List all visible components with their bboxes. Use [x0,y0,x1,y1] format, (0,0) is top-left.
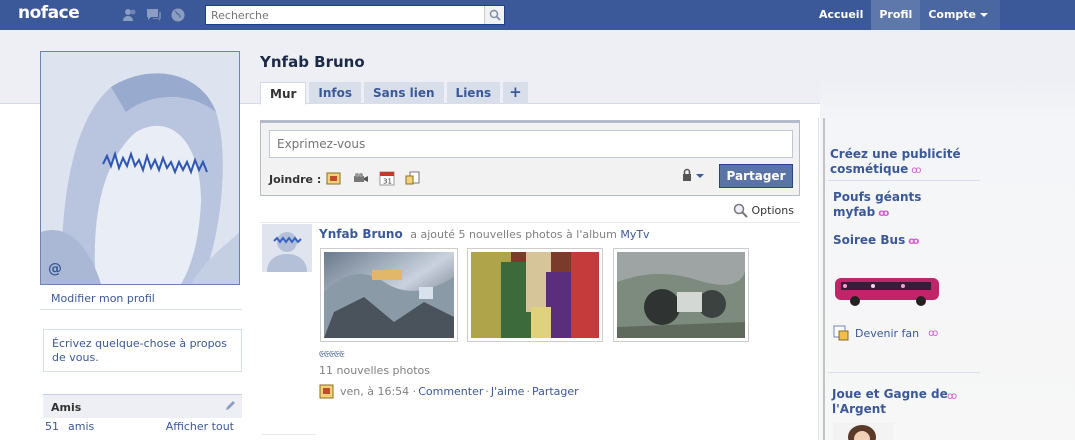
ad-joue-et-gagne[interactable]: Joue et Gagne de l'Argent [832,387,952,417]
chevron-down-icon [980,13,988,17]
messages-icon[interactable] [146,7,162,23]
photo-thumbnail[interactable] [613,248,749,342]
link-attach-icon[interactable] [405,171,421,186]
show-all-friends-link[interactable]: Afficher tout [166,420,234,433]
profile-name: Ynfab Bruno [260,53,365,71]
ad-poufs-geants[interactable]: Poufs géants myfab ꝏ [833,190,933,221]
ad-title: Soiree Bus [833,233,906,247]
friend-requests-icon[interactable] [122,7,138,23]
photo-thumbnail[interactable] [320,248,458,342]
divider [40,309,242,310]
photo-thumbnail[interactable] [467,248,603,342]
tab-mur[interactable]: Mur [260,82,307,105]
site-logo[interactable]: noface [18,3,80,23]
tab-sans-lien[interactable]: Sans lien [364,82,444,104]
top-nav: Accueil Profil Compte [811,0,1000,30]
like-link[interactable]: J'aime [491,385,525,398]
ad-bus-image[interactable] [833,272,943,308]
search-input[interactable] [206,6,484,24]
notifications-globe-icon[interactable] [170,7,186,23]
heart-icon: ꝏ [947,391,958,402]
become-fan-action[interactable]: Devenir fan ꝏ [833,325,938,341]
status-input[interactable] [269,130,793,158]
divider [828,180,980,181]
nav-profil[interactable]: Profil [871,0,921,30]
story-time: ven, à 16:54 [340,385,410,398]
divider [260,222,800,223]
options-label: Options [751,204,794,217]
video-attach-icon[interactable] [353,171,369,186]
divider [262,434,316,435]
profile-tabs: Mur Infos Sans lien Liens + [260,82,528,105]
ad-title: Joue et Gagne de l'Argent [832,387,948,416]
album-link[interactable]: MyTv [620,228,649,241]
ad-title: Poufs géants myfab [833,190,922,219]
comment-link[interactable]: Commenter [418,385,483,398]
magnifier-icon [733,203,748,218]
friends-count: 51 [45,420,59,433]
tab-infos[interactable]: Infos [309,82,362,104]
column-divider [818,118,819,440]
story-headline: Ynfab Bruno a ajouté 5 nouvelles photos … [319,227,650,241]
friends-summary: 51 amis Afficher tout [43,420,242,436]
story-avatar[interactable] [262,224,312,272]
story-share-link[interactable]: Partager [532,385,579,398]
tab-add[interactable]: + [503,82,528,104]
ad-soiree-bus[interactable]: Soiree Bus ꝏ [833,233,919,249]
story-stamp: 𝔈𝔈𝔈𝔈𝔈 [319,350,345,360]
notification-jewels [122,7,186,23]
heart-icon: ꝏ [908,236,920,247]
nav-compte[interactable]: Compte [920,0,1000,30]
photo-app-icon [319,384,334,399]
event-attach-icon[interactable]: 31 [379,171,395,186]
feed-options[interactable]: Options [733,203,794,218]
heart-icon: ꝏ [878,208,890,219]
search-button[interactable] [484,6,504,24]
friends-box-header: Amis [43,394,242,418]
heart-icon: ꝏ [911,165,922,176]
photo-attach-icon[interactable] [326,171,342,186]
create-ad-header[interactable]: Créez une publicité cosmétique ꝏ [830,147,980,177]
about-me-prompt[interactable]: Écrivez quelque-chose à propos de vous. [43,329,242,372]
pencil-icon[interactable] [225,400,236,414]
privacy-lock-icon[interactable] [682,168,708,185]
tab-liens[interactable]: Liens [446,82,501,104]
column-divider [823,118,825,440]
friends-link[interactable]: amis [68,420,94,433]
photo-count: 11 nouvelles photos [319,364,431,377]
edit-profile-link[interactable]: Modifier mon profil [51,292,155,305]
story-author-link[interactable]: Ynfab Bruno [319,227,403,241]
search-icon [489,9,501,21]
photo-badge: @ [48,261,62,277]
attach-label: Joindre : [269,173,322,186]
profile-picture[interactable]: @ [40,51,240,285]
nav-accueil[interactable]: Accueil [811,0,871,30]
fan-icon [833,325,849,341]
create-ad-title: Créez une publicité cosmétique [830,147,961,176]
friends-title: Amis [51,401,82,414]
ad-woman-image[interactable] [833,423,893,440]
search-box [205,5,505,25]
story-action: a ajouté 5 nouvelles photos à l'album [410,228,617,241]
share-button[interactable]: Partager [719,164,793,188]
become-fan-label: Devenir fan [855,326,920,340]
story-actions: ven, à 16:54 · Commenter · J'aime · Part… [319,384,581,399]
svg-text:31: 31 [383,178,392,186]
nav-compte-label: Compte [928,8,976,21]
heart-icon: ꝏ [928,327,939,339]
divider [828,372,980,373]
top-bar: noface Accueil Profil Compte [0,0,1075,30]
